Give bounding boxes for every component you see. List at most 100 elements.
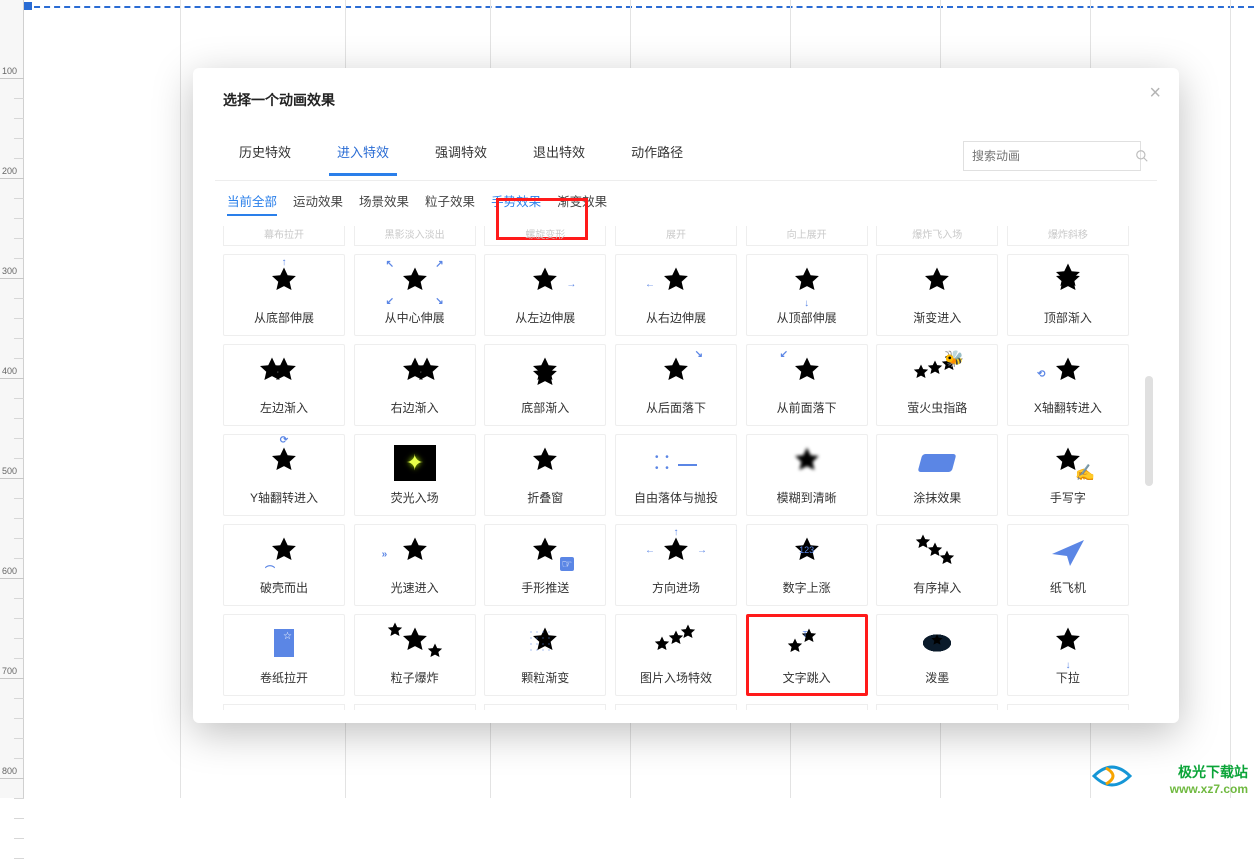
guide-line <box>24 6 1254 8</box>
star-icon <box>792 355 822 390</box>
effect-label: 卷纸拉开 <box>260 669 308 686</box>
effect-cell-stretch-bottom[interactable]: ↑从底部伸展 <box>223 254 345 336</box>
effect-cell-scroll[interactable]: ☆卷纸拉开 <box>223 614 345 696</box>
effect-label: 下拉 <box>1056 669 1080 686</box>
search-box[interactable] <box>963 141 1141 171</box>
effect-cell-handwrite[interactable]: ✍️手写字 <box>1007 434 1129 516</box>
star-icon <box>792 265 822 300</box>
effect-cell-partial-bottom[interactable] <box>223 704 345 710</box>
top-tab-退出特效[interactable]: 退出特效 <box>525 136 593 176</box>
sub-tab-当前全部[interactable]: 当前全部 <box>227 191 277 216</box>
search-input[interactable] <box>964 142 1135 170</box>
effect-cell-flip-y[interactable]: ⟳Y轴翻转进入 <box>223 434 345 516</box>
effect-cell-hatch[interactable]: ⌒破壳而出 <box>223 524 345 606</box>
star-icon <box>269 265 299 300</box>
top-tab-动作路径[interactable]: 动作路径 <box>623 136 691 176</box>
search-icon[interactable] <box>1135 149 1149 163</box>
watermark-logo <box>1090 762 1134 790</box>
effect-cell-fade-bottom[interactable]: 底部渐入 <box>484 344 606 426</box>
effect-label: 从后面落下 <box>646 399 706 416</box>
effect-cell-flip-x[interactable]: ⟲X轴翻转进入 <box>1007 344 1129 426</box>
top-tab-进入特效[interactable]: 进入特效 <box>329 136 397 176</box>
star-icon <box>530 445 560 480</box>
effect-cell-dropin[interactable]: 有序掉入 <box>876 524 998 606</box>
effect-cell-partial[interactable]: 螺旋变形 <box>484 226 606 246</box>
effect-label: 从左边伸展 <box>515 309 575 326</box>
effect-cell-partial-bottom[interactable] <box>746 704 868 710</box>
effect-label: 数字上涨 <box>783 579 831 596</box>
scrollbar-track[interactable] <box>1141 226 1155 723</box>
effect-label: 自由落体与抛投 <box>634 489 718 506</box>
effect-cell-drop-back[interactable]: ↘从后面落下 <box>615 344 737 426</box>
effect-cell-image-in[interactable]: 图片入场特效 <box>615 614 737 696</box>
guide-handle[interactable] <box>24 2 32 10</box>
effect-cell-fade-right[interactable]: 右边渐入 <box>354 344 476 426</box>
effect-cell-partial-bottom[interactable] <box>876 704 998 710</box>
star-icon <box>1053 625 1083 660</box>
effect-cell-fade-in[interactable]: 渐变进入 <box>876 254 998 336</box>
grid-vline <box>1230 0 1231 798</box>
star-icon <box>530 265 560 300</box>
effect-cell-physics[interactable]: • • • •自由落体与抛投 <box>615 434 737 516</box>
effect-cell-stretch-right[interactable]: ←从右边伸展 <box>615 254 737 336</box>
sub-tab-场景效果[interactable]: 场景效果 <box>359 191 409 216</box>
sub-tab-运动效果[interactable]: 运动效果 <box>293 191 343 216</box>
effect-picker-modal: × 选择一个动画效果 历史特效进入特效强调特效退出特效动作路径 当前全部运动效果… <box>193 68 1179 723</box>
effect-label: 有序掉入 <box>913 579 961 596</box>
effects-grid: 幕布拉开黑影淡入淡出螺旋变形展开向上展开爆炸飞入场爆炸斜移 ↑从底部伸展↖↗↙↘从… <box>223 226 1129 710</box>
effect-label: 渐变进入 <box>913 309 961 326</box>
watermark-url: www.xz7.com <box>1170 782 1248 796</box>
close-icon[interactable]: × <box>1149 82 1161 105</box>
effect-cell-drop-front[interactable]: ↙从前面落下 <box>746 344 868 426</box>
effect-cell-partial-bottom[interactable] <box>615 704 737 710</box>
effect-cell-stretch-center[interactable]: ↖↗↙↘从中心伸展 <box>354 254 476 336</box>
effect-cell-pulldown[interactable]: ↓下拉 <box>1007 614 1129 696</box>
effect-cell-fade-left[interactable]: 左边渐入 <box>223 344 345 426</box>
effect-cell-partial-bottom[interactable] <box>354 704 476 710</box>
effect-cell-partial-bottom[interactable] <box>484 704 606 710</box>
effect-cell-partial[interactable]: 爆炸飞入场 <box>876 226 998 246</box>
scrollbar-thumb[interactable] <box>1145 376 1153 486</box>
effect-cell-blur[interactable]: 模糊到清晰 <box>746 434 868 516</box>
star-icon <box>269 445 299 480</box>
effect-cell-countup[interactable]: 123数字上涨 <box>746 524 868 606</box>
effect-cell-lightspeed[interactable]: »光速进入 <box>354 524 476 606</box>
effect-label: 从前面落下 <box>777 399 837 416</box>
top-tabs: 历史特效进入特效强调特效退出特效动作路径 <box>231 136 691 176</box>
effect-cell-partial[interactable]: 展开 <box>615 226 737 246</box>
effect-label: 模糊到清晰 <box>777 489 837 506</box>
effect-cell-fade-top[interactable]: 顶部渐入 <box>1007 254 1129 336</box>
effect-cell-smear[interactable]: 涂抹效果 <box>876 434 998 516</box>
effect-cell-text-jump[interactable]: T文字跳入 <box>746 614 868 696</box>
effect-cell-firefly[interactable]: 🐝萤火虫指路 <box>876 344 998 426</box>
star-icon <box>661 265 691 300</box>
effect-cell-particle-burst[interactable]: 粒子爆炸 <box>354 614 476 696</box>
effect-cell-stretch-left[interactable]: →从左边伸展 <box>484 254 606 336</box>
effect-label: 泼墨 <box>925 669 949 686</box>
effect-cell-partial[interactable]: 向上展开 <box>746 226 868 246</box>
ruler-vertical: 100200300400500600700800 <box>0 0 24 798</box>
ruler-tick: 100 <box>0 78 24 79</box>
effect-cell-direction[interactable]: ↑←→方向进场 <box>615 524 737 606</box>
effect-cell-stretch-top[interactable]: ↓从顶部伸展 <box>746 254 868 336</box>
effect-cell-partial[interactable]: 黑影淡入淡出 <box>354 226 476 246</box>
sub-tab-粒子效果[interactable]: 粒子效果 <box>425 191 475 216</box>
effect-cell-partial[interactable]: 爆炸斜移 <box>1007 226 1129 246</box>
star-icon <box>922 265 952 300</box>
effect-cell-particle-fade[interactable]: 颗粒渐变 <box>484 614 606 696</box>
ruler-tick: 500 <box>0 478 24 479</box>
effect-cell-fold[interactable]: 折叠窗 <box>484 434 606 516</box>
ruler-tick: 600 <box>0 578 24 579</box>
effect-label: 底部渐入 <box>521 399 569 416</box>
effect-cell-neon[interactable]: ✦荧光入场 <box>354 434 476 516</box>
top-tab-历史特效[interactable]: 历史特效 <box>231 136 299 176</box>
effect-label: 顶部渐入 <box>1044 309 1092 326</box>
effect-cell-ink[interactable]: 泼墨 <box>876 614 998 696</box>
effect-cell-paperplane[interactable]: 纸飞机 <box>1007 524 1129 606</box>
effect-cell-partial[interactable]: 幕布拉开 <box>223 226 345 246</box>
ruler-tick: 400 <box>0 378 24 379</box>
effects-scroll[interactable]: 幕布拉开黑影淡入淡出螺旋变形展开向上展开爆炸飞入场爆炸斜移 ↑从底部伸展↖↗↙↘从… <box>223 226 1155 723</box>
top-tab-强调特效[interactable]: 强调特效 <box>427 136 495 176</box>
effect-cell-handpush[interactable]: ☞手形推送 <box>484 524 606 606</box>
effect-cell-partial-bottom[interactable] <box>1007 704 1129 710</box>
